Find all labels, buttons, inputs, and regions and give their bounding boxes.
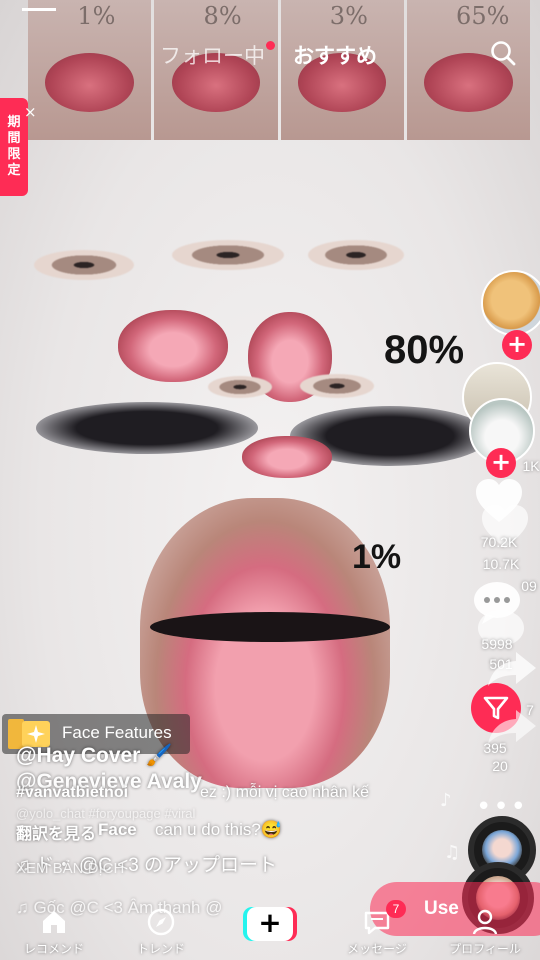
share-count-ghost: 20 xyxy=(492,758,508,774)
face-dark-shape xyxy=(36,402,258,454)
search-icon[interactable] xyxy=(490,40,516,66)
comment-count-side: 09 xyxy=(521,578,537,594)
tab-recommended[interactable]: おすすめ xyxy=(293,40,377,70)
face-eye xyxy=(300,374,374,398)
creator-avatar[interactable] xyxy=(481,270,540,336)
tab-following[interactable]: フォロー中 xyxy=(160,40,275,70)
notification-dot xyxy=(266,41,275,50)
ghost-hashtags: @yolo_chat #foryoupage #viral xyxy=(16,806,196,821)
like-count: 70.2K xyxy=(480,534,518,550)
follow-plus-button[interactable]: + xyxy=(486,448,516,478)
music-note-icon: ♪ xyxy=(440,790,452,811)
close-icon[interactable]: × xyxy=(24,103,37,121)
caption-text: ez :) mỗi vị cao nhân kế xyxy=(200,784,369,801)
translate-link[interactable]: 翻訳を見る xyxy=(16,820,96,844)
face-lip xyxy=(118,310,228,382)
home-icon xyxy=(43,911,65,933)
profile-icon xyxy=(472,909,498,935)
hashtag-link[interactable]: Face xyxy=(98,820,137,840)
share-count-side: 7 xyxy=(526,702,534,718)
create-button[interactable]: + xyxy=(243,907,297,941)
face-lip xyxy=(242,436,332,478)
nav-home[interactable]: レコメンド xyxy=(9,904,99,960)
nav-profile[interactable]: プロフィール xyxy=(440,904,530,960)
caption-text: can u do this?😅 xyxy=(155,820,283,839)
like-count-side: 1K xyxy=(522,458,540,474)
nav-messages[interactable]: メッセージ xyxy=(332,904,422,960)
face-eye xyxy=(34,250,134,280)
hashtag-link[interactable]: #vanvatbietnoi xyxy=(16,784,128,802)
face-eye xyxy=(172,240,284,270)
like-count-ghost: 10.7K xyxy=(482,556,520,572)
mouth-line xyxy=(150,612,390,642)
live-icon[interactable] xyxy=(22,0,56,11)
nav-trends[interactable]: トレンド xyxy=(116,904,206,960)
share-arrow-icon[interactable] xyxy=(486,648,540,688)
translate-link-ghost: XEM BẢN DỊCH xyxy=(16,860,125,877)
percent-label-1: 1% xyxy=(352,538,402,576)
top-bar: フォロー中 おすすめ xyxy=(0,8,540,78)
face-eye xyxy=(308,240,404,270)
music-note-icon: ♫ xyxy=(444,842,461,863)
message-count-badge: 7 xyxy=(386,900,406,918)
author-username[interactable]: @Hay Cover 🖌️ xyxy=(16,744,172,768)
percent-label-80: 80% xyxy=(384,328,465,372)
share-count: 395 xyxy=(483,740,507,756)
follow-plus-button[interactable]: + xyxy=(502,330,532,360)
compass-icon xyxy=(147,908,175,936)
face-eye xyxy=(208,376,272,398)
